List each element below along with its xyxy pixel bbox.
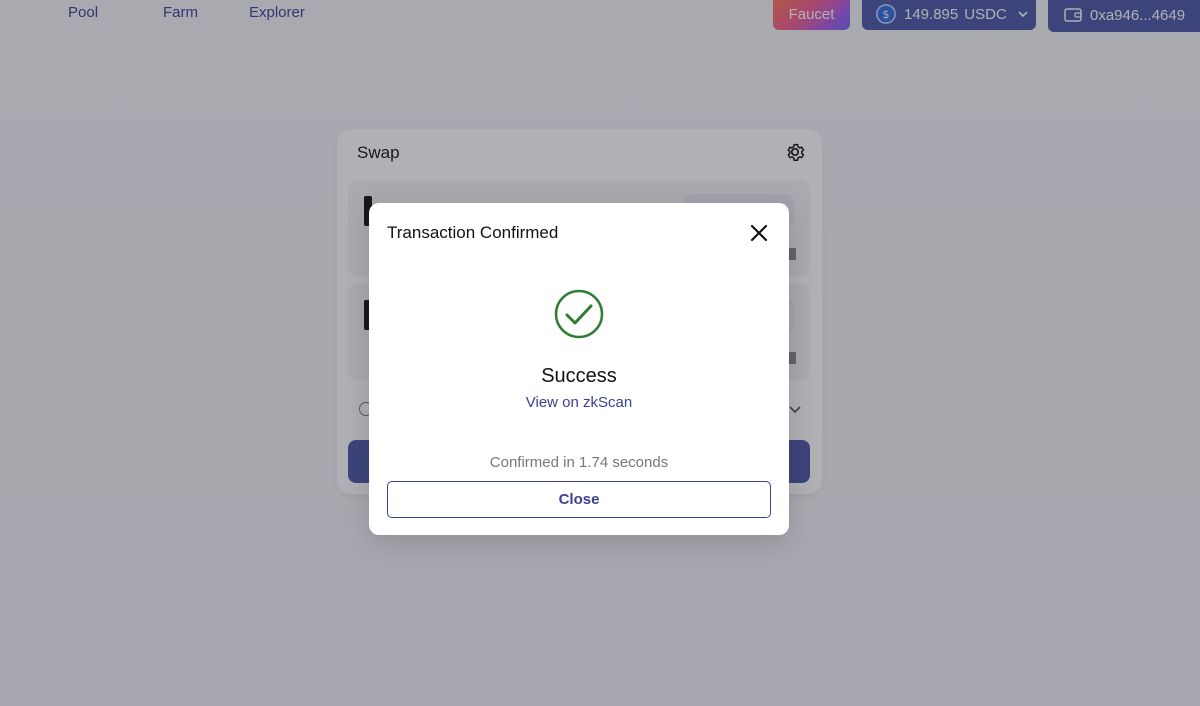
view-on-explorer-link[interactable]: View on zkScan — [369, 394, 789, 411]
close-button[interactable]: Close — [387, 481, 771, 518]
close-icon[interactable] — [749, 223, 769, 243]
success-check-icon — [554, 289, 604, 339]
transaction-confirmed-modal: Transaction Confirmed Success View on zk… — [369, 203, 789, 535]
modal-title: Transaction Confirmed — [387, 223, 559, 242]
confirmation-time: Confirmed in 1.74 seconds — [489, 454, 669, 471]
status-text: Success — [541, 365, 617, 387]
